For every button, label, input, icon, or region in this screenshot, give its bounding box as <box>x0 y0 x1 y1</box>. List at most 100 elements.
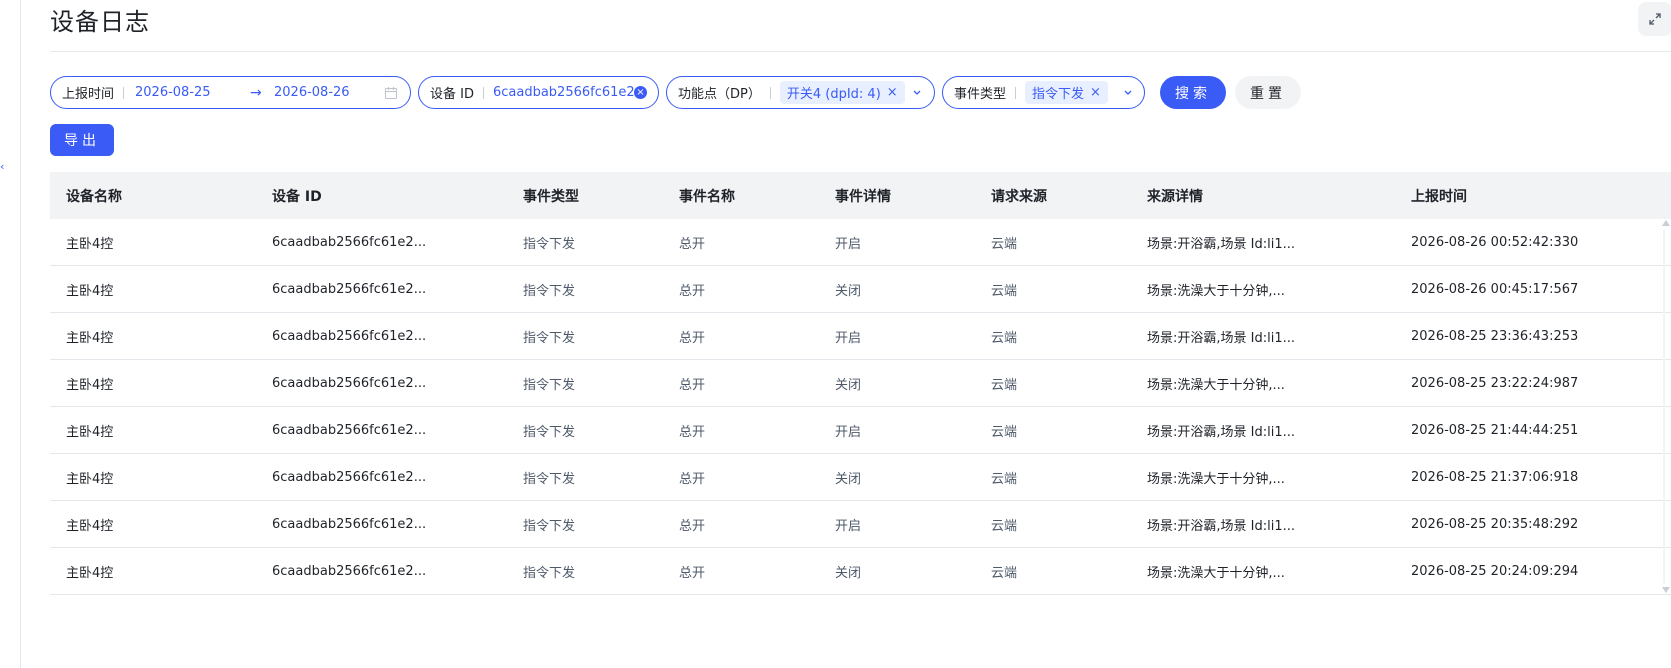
device-id-cell: 6caadbab2566fc61e2... <box>272 281 427 297</box>
report-time-cell: 2026-08-26 00:52:42:330 <box>1411 234 1579 250</box>
event-type-cell: 指令下发 <box>523 330 576 346</box>
event-type-cell: 指令下发 <box>523 377 576 393</box>
scroll-down-icon[interactable] <box>1662 587 1670 593</box>
table-row[interactable]: 主卧4控 6caadbab2566fc61e2... 指令下发 总开 关闭 云端 场景:洗澡… <box>50 360 1671 407</box>
request-source-cell: 云端 <box>991 424 1018 440</box>
calendar-icon[interactable] <box>384 86 398 100</box>
event-name-cell: 总开 <box>679 424 706 440</box>
event-type-cell: 指令下发 <box>523 518 576 534</box>
event-detail-cell: 开启 <box>835 236 862 252</box>
report-time-cell: 2026-08-25 23:36:43:253 <box>1411 328 1579 344</box>
device-id-cell: 6caadbab2566fc61e2... <box>272 516 427 532</box>
close-icon[interactable]: × <box>1090 85 1101 100</box>
device-name-cell: 主卧4控 <box>66 330 114 346</box>
device-name-cell: 主卧4控 <box>66 236 114 252</box>
device-log-table: 设备名称 设备 ID 事件类型 事件名称 事件详情 请求来源 来源详情 上报时间… <box>50 172 1671 595</box>
report-time-cell: 2026-08-25 21:37:06:918 <box>1411 469 1579 485</box>
event-type-cell: 指令下发 <box>523 471 576 487</box>
event-type-cell: 指令下发 <box>523 565 576 581</box>
table-row[interactable]: 主卧4控 6caadbab2566fc61e2... 指令下发 总开 关闭 云端 场景:洗澡… <box>50 454 1671 501</box>
event-detail-cell: 关闭 <box>835 377 862 393</box>
report-time-cell: 2026-08-25 21:44:44:251 <box>1411 422 1579 438</box>
event-type-filter[interactable]: 事件类型 指令下发 × <box>942 76 1145 109</box>
table-body: 主卧4控 6caadbab2566fc61e2... 指令下发 总开 开启 云端 场景:开浴… <box>50 219 1671 595</box>
event-name-cell: 总开 <box>679 471 706 487</box>
event-name-cell: 总开 <box>679 330 706 346</box>
table-row[interactable]: 主卧4控 6caadbab2566fc61e2... 指令下发 总开 开启 云端 场景:开浴… <box>50 407 1671 454</box>
event-type-cell: 指令下发 <box>523 424 576 440</box>
column-header-event-name: 事件名称 <box>679 188 735 205</box>
report-time-filter[interactable]: 上报时间 2026-08-25 → 2026-08-26 <box>50 76 411 109</box>
request-source-cell: 云端 <box>991 518 1018 534</box>
device-id-label: 设备 ID <box>430 87 474 102</box>
event-name-cell: 总开 <box>679 377 706 393</box>
event-detail-cell: 开启 <box>835 518 862 534</box>
event-type-tag-label: 指令下发 <box>1032 87 1085 102</box>
table-row[interactable]: 主卧4控 6caadbab2566fc61e2... 指令下发 总开 开启 云端 场景:开浴… <box>50 313 1671 360</box>
report-time-label: 上报时间 <box>62 87 115 102</box>
scroll-track[interactable] <box>1663 230 1665 583</box>
event-type-cell: 指令下发 <box>523 236 576 252</box>
dp-tag-label: 开关4 (dpId: 4) <box>786 87 881 102</box>
device-name-cell: 主卧4控 <box>66 377 114 393</box>
clear-icon[interactable]: × <box>634 86 647 99</box>
event-type-cell: 指令下发 <box>523 283 576 299</box>
event-name-cell: 总开 <box>679 283 706 299</box>
column-header-device-id: 设备 ID <box>272 188 322 205</box>
column-header-event-detail: 事件详情 <box>835 188 891 205</box>
event-detail-cell: 关闭 <box>835 565 862 581</box>
request-source-cell: 云端 <box>991 565 1018 581</box>
filter-separator <box>123 86 125 99</box>
request-source-cell: 云端 <box>991 471 1018 487</box>
event-detail-cell: 开启 <box>835 424 862 440</box>
device-id-cell: 6caadbab2566fc61e2... <box>272 422 427 438</box>
page-title: 设备日志 <box>50 8 150 36</box>
event-type-selected-tag: 指令下发 × <box>1025 81 1108 104</box>
source-detail-cell: 场景:开浴霸,场景 Id:li1... <box>1147 518 1296 534</box>
event-detail-cell: 关闭 <box>835 471 862 487</box>
end-date-input[interactable]: 2026-08-26 <box>274 85 350 100</box>
fullscreen-button[interactable] <box>1638 2 1671 36</box>
device-name-cell: 主卧4控 <box>66 518 114 534</box>
device-id-input[interactable]: 6caadbab2566fc61e2r <box>484 85 649 100</box>
event-detail-cell: 开启 <box>835 330 862 346</box>
column-header-request-source: 请求来源 <box>991 188 1047 205</box>
report-time-cell: 2026-08-25 23:22:24:987 <box>1411 375 1579 391</box>
column-header-report-time: 上报时间 <box>1411 188 1467 205</box>
scroll-up-icon[interactable] <box>1662 220 1670 226</box>
source-detail-cell: 场景:开浴霸,场景 Id:li1... <box>1147 330 1296 346</box>
device-name-cell: 主卧4控 <box>66 283 114 299</box>
title-divider <box>50 51 1671 52</box>
device-id-cell: 6caadbab2566fc61e2... <box>272 328 427 344</box>
request-source-cell: 云端 <box>991 236 1018 252</box>
device-id-cell: 6caadbab2566fc61e2... <box>272 469 427 485</box>
report-time-cell: 2026-08-25 20:35:48:292 <box>1411 516 1579 532</box>
chevron-down-icon[interactable] <box>1121 85 1135 99</box>
table-row[interactable]: 主卧4控 6caadbab2566fc61e2... 指令下发 总开 开启 云端 场景:开浴… <box>50 501 1671 548</box>
table-row[interactable]: 主卧4控 6caadbab2566fc61e2... 指令下发 总开 关闭 云端 场景:洗澡… <box>50 266 1671 313</box>
report-time-cell: 2026-08-25 20:24:09:294 <box>1411 563 1579 579</box>
report-time-cell: 2026-08-26 00:45:17:567 <box>1411 281 1579 297</box>
start-date-input[interactable]: 2026-08-25 <box>135 85 211 100</box>
export-button[interactable]: 导出 <box>50 124 114 156</box>
chevron-down-icon[interactable] <box>910 85 924 99</box>
close-icon[interactable]: × <box>887 85 898 100</box>
table-row[interactable]: 主卧4控 6caadbab2566fc61e2... 指令下发 总开 关闭 云端 场景:洗澡… <box>50 548 1671 595</box>
dp-filter[interactable]: 功能点（DP） 开关4 (dpId: 4) × <box>666 76 935 109</box>
source-detail-cell: 场景:开浴霸,场景 Id:li1... <box>1147 236 1296 252</box>
device-id-cell: 6caadbab2566fc61e2... <box>272 375 427 391</box>
reset-button[interactable]: 重置 <box>1235 76 1301 109</box>
dp-label: 功能点（DP） <box>678 87 761 102</box>
request-source-cell: 云端 <box>991 330 1018 346</box>
device-name-cell: 主卧4控 <box>66 565 114 581</box>
device-id-filter[interactable]: 设备 ID 6caadbab2566fc61e2r × <box>418 76 659 109</box>
date-range-arrow: → <box>250 84 262 101</box>
event-name-cell: 总开 <box>679 518 706 534</box>
table-row[interactable]: 主卧4控 6caadbab2566fc61e2... 指令下发 总开 开启 云端 场景:开浴… <box>50 219 1671 266</box>
column-header-event-type: 事件类型 <box>523 188 579 205</box>
table-scrollbar[interactable] <box>1660 220 1671 593</box>
request-source-cell: 云端 <box>991 283 1018 299</box>
search-button[interactable]: 搜索 <box>1160 76 1226 109</box>
column-header-device-name: 设备名称 <box>66 188 122 205</box>
device-name-cell: 主卧4控 <box>66 471 114 487</box>
